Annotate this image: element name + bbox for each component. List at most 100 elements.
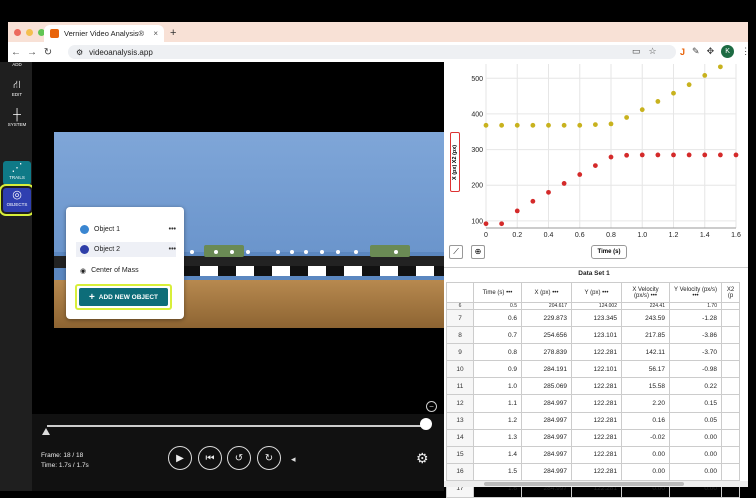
table-cell[interactable]: [721, 445, 740, 464]
table-cell[interactable]: 0.15: [669, 394, 722, 413]
video-viewport[interactable]: Object 1 ••• Object 2 ••• ◉ Center of Ma…: [32, 62, 452, 414]
track-point[interactable]: [214, 250, 218, 254]
table-row[interactable]: 12 1.1 284.997 122.281 2.20 0.15: [446, 394, 740, 413]
data-point[interactable]: [483, 221, 489, 227]
data-point[interactable]: [624, 115, 630, 120]
track-point[interactable]: [230, 250, 234, 254]
data-point[interactable]: [717, 64, 723, 70]
track-point[interactable]: [190, 250, 194, 254]
settings-gear-icon[interactable]: ⚙: [416, 450, 429, 467]
data-point[interactable]: [499, 221, 505, 227]
data-point[interactable]: [639, 107, 645, 113]
data-point[interactable]: [530, 198, 536, 204]
data-point[interactable]: [546, 122, 551, 128]
rail-objects[interactable]: ◎ OBJECTS: [0, 184, 35, 216]
data-point[interactable]: [686, 82, 692, 88]
table-cell[interactable]: 15.58: [621, 377, 670, 396]
playback-speed-caret-icon[interactable]: ◂: [291, 454, 296, 465]
data-point[interactable]: [686, 152, 692, 158]
table-cell[interactable]: 0.8: [473, 343, 522, 362]
row-index-cell[interactable]: 14: [446, 428, 474, 447]
table-cell[interactable]: 123.345: [571, 308, 622, 328]
table-cell[interactable]: 1.3: [473, 428, 522, 447]
track-point[interactable]: [246, 250, 250, 254]
cast-icon[interactable]: ▭: [632, 46, 641, 57]
table-row[interactable]: 11 1.0 285.069 122.281 15.58 0.22: [446, 377, 740, 396]
table-cell[interactable]: 1.5: [473, 462, 522, 481]
data-point[interactable]: [592, 163, 598, 169]
browser-menu-icon[interactable]: ⋮: [741, 46, 750, 57]
data-point[interactable]: [592, 122, 598, 128]
table-row[interactable]: 13 1.2 284.997 122.281 0.16 0.05: [446, 411, 740, 430]
table-cell[interactable]: [721, 394, 740, 413]
table-cell[interactable]: 122.281: [571, 462, 622, 481]
table-cell[interactable]: 284.997: [521, 428, 572, 447]
column-menu-icon[interactable]: •••: [602, 290, 608, 296]
table-cell[interactable]: 123.101: [571, 326, 622, 345]
tab-close-icon[interactable]: ×: [153, 29, 158, 38]
row-index-cell[interactable]: 11: [446, 377, 474, 396]
table-cell[interactable]: [721, 377, 740, 396]
table-cell[interactable]: 0.5: [473, 302, 522, 310]
data-point[interactable]: [483, 122, 489, 128]
row-index-cell[interactable]: 8: [446, 326, 474, 345]
edit-pen-icon[interactable]: ✎: [692, 46, 700, 57]
table-cell[interactable]: 284.997: [521, 462, 572, 481]
track-point[interactable]: [304, 250, 308, 254]
skip-to-start-button[interactable]: ⏮: [198, 446, 222, 470]
more-options-icon[interactable]: •••: [169, 246, 176, 253]
table-cell[interactable]: -0.98: [669, 360, 722, 379]
rail-system[interactable]: ┼ SYSTEM: [3, 108, 31, 132]
step-forward-button[interactable]: ↻: [257, 446, 281, 470]
column-header[interactable]: X2 (p: [721, 282, 740, 303]
data-point[interactable]: [717, 152, 723, 158]
data-point[interactable]: [577, 122, 583, 128]
data-point[interactable]: [546, 189, 551, 195]
column-header[interactable]: X Velocity (px/s) •••: [621, 282, 670, 303]
table-row[interactable]: 15 1.4 284.997 122.281 0.00 0.00: [446, 445, 740, 464]
position-time-graph[interactable]: 0 0.2 0.4 0.6 0.8 1.0 1.2 1.4 1.6 100 200 300 400 500: [444, 62, 748, 244]
table-cell[interactable]: [721, 360, 740, 379]
table-cell[interactable]: [721, 343, 740, 362]
column-header[interactable]: Y Velocity (px/s) •••: [669, 282, 722, 303]
table-cell[interactable]: 122.101: [571, 360, 622, 379]
table-cell[interactable]: 224.41: [621, 302, 670, 310]
rail-trails[interactable]: ⋰ TRAILS: [3, 161, 31, 185]
data-point[interactable]: [561, 122, 567, 128]
table-cell[interactable]: [721, 462, 740, 481]
data-point[interactable]: [561, 181, 567, 186]
track-point[interactable]: [290, 250, 294, 254]
table-cell[interactable]: 0.7: [473, 326, 522, 345]
table-cell[interactable]: 284.191: [521, 360, 572, 379]
table-cell[interactable]: 217.85: [621, 326, 670, 345]
table-row[interactable]: 9 0.8 278.839 122.281 142.11 -3.70: [446, 343, 740, 362]
data-point[interactable]: [499, 122, 505, 128]
table-cell[interactable]: -1.28: [669, 308, 722, 328]
scrollbar-thumb[interactable]: [484, 482, 684, 486]
new-tab-button[interactable]: +: [170, 27, 176, 39]
step-back-button[interactable]: ↺: [227, 446, 251, 470]
column-header[interactable]: X (px) •••: [521, 282, 572, 303]
table-row[interactable]: 10 0.9 284.191 122.101 56.17 -0.98: [446, 360, 740, 379]
table-cell[interactable]: 142.11: [621, 343, 670, 362]
row-index-cell[interactable]: 9: [446, 343, 474, 362]
column-menu-icon[interactable]: •••: [552, 290, 558, 296]
data-point[interactable]: [671, 152, 676, 158]
table-cell[interactable]: 1.4: [473, 445, 522, 464]
table-cell[interactable]: 0.9: [473, 360, 522, 379]
minimize-window-button[interactable]: [26, 29, 33, 36]
table-cell[interactable]: 285.069: [521, 377, 572, 396]
extension-j-icon[interactable]: J: [680, 47, 685, 57]
row-index-cell[interactable]: 13: [446, 411, 474, 430]
table-cell[interactable]: 122.281: [571, 445, 622, 464]
row-index-cell[interactable]: 15: [446, 445, 474, 464]
table-cell[interactable]: -3.86: [669, 326, 722, 345]
rail-add[interactable]: ADD: [3, 62, 31, 70]
table-cell[interactable]: 1.1: [473, 394, 522, 413]
table-cell[interactable]: -0.02: [621, 428, 670, 447]
row-index-cell[interactable]: 7: [446, 308, 474, 328]
data-point[interactable]: [608, 154, 614, 160]
column-menu-icon[interactable]: •••: [692, 293, 698, 299]
close-window-button[interactable]: [14, 29, 21, 36]
track-point[interactable]: [320, 250, 324, 254]
